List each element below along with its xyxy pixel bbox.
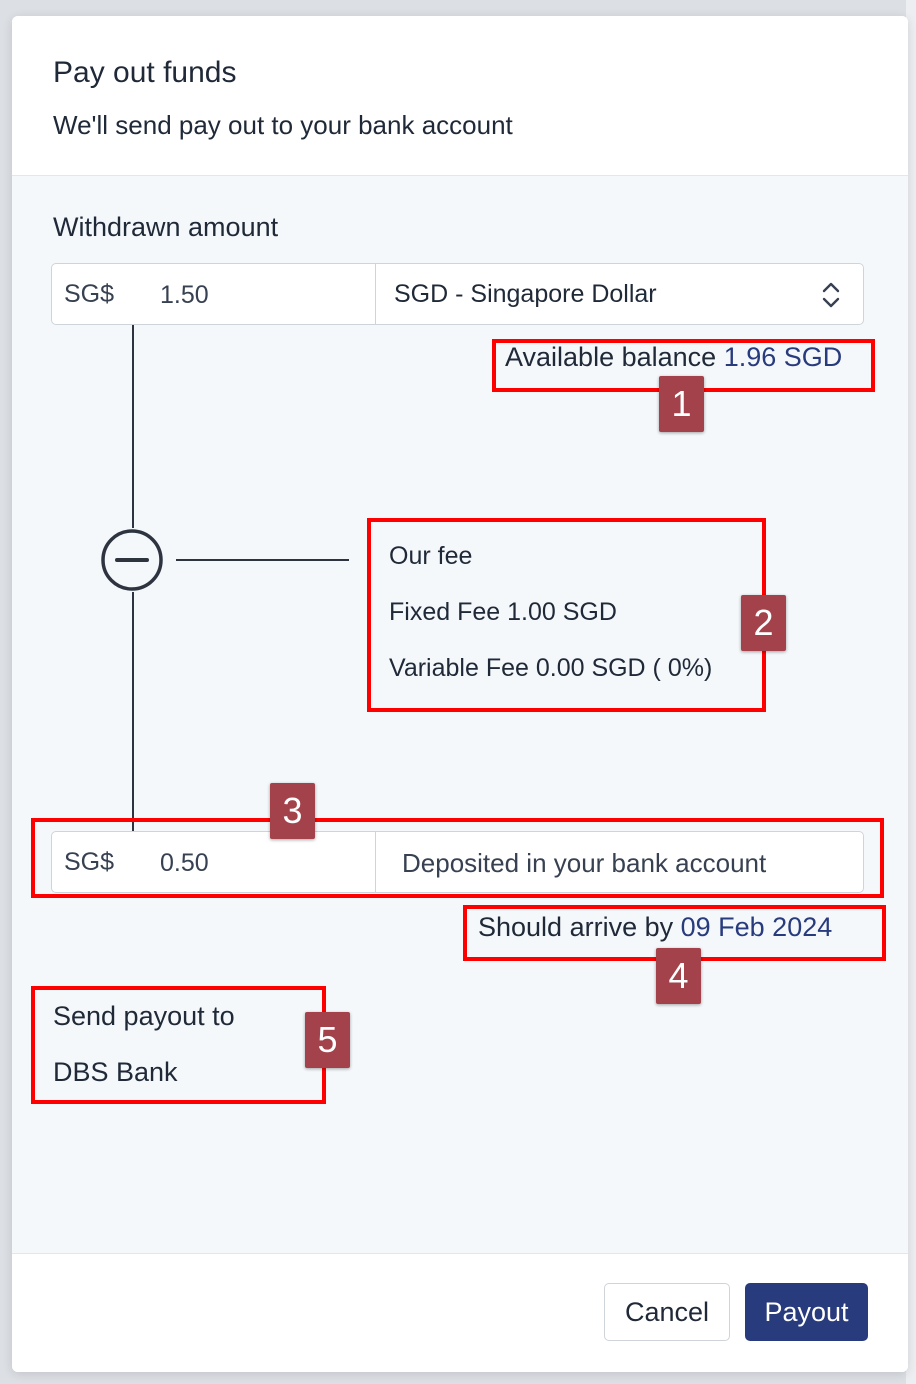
withdrawn-amount-input[interactable]: SG$ 1.50 — [52, 264, 376, 324]
dialog-title: Pay out funds — [53, 56, 237, 89]
connector-line-top — [132, 325, 134, 528]
annotation-badge-2: 2 — [741, 595, 786, 651]
annotation-badge-3: 3 — [270, 783, 315, 839]
chevron-up-down-icon — [822, 282, 840, 308]
payout-button[interactable]: Payout — [745, 1283, 868, 1341]
currency-select-value: SGD - Singapore Dollar — [394, 280, 657, 308]
annotation-badge-5: 5 — [305, 1012, 350, 1068]
currency-select[interactable]: SGD - Singapore Dollar — [376, 264, 863, 324]
cancel-button[interactable]: Cancel — [604, 1283, 730, 1341]
dialog-header: Pay out funds We'll send pay out to your… — [12, 16, 908, 176]
annotation-badge-4: 4 — [656, 948, 701, 1004]
withdrawn-amount-row: SG$ 1.50 SGD - Singapore Dollar — [51, 263, 864, 325]
highlight-box-2 — [367, 518, 766, 712]
fee-connector-line — [176, 559, 349, 561]
dialog-subtitle: We'll send pay out to your bank account — [53, 110, 513, 140]
minus-circle-icon — [101, 529, 163, 591]
withdrawn-amount-value: 1.50 — [160, 281, 209, 309]
payout-dialog: Pay out funds We'll send pay out to your… — [12, 16, 908, 1372]
highlight-box-5 — [31, 986, 326, 1104]
connector-line-bottom — [132, 592, 134, 832]
currency-prefix: SG$ — [64, 280, 115, 308]
annotation-badge-1: 1 — [659, 376, 704, 432]
highlight-box-3 — [31, 818, 884, 898]
withdrawn-amount-label: Withdrawn amount — [53, 212, 279, 242]
